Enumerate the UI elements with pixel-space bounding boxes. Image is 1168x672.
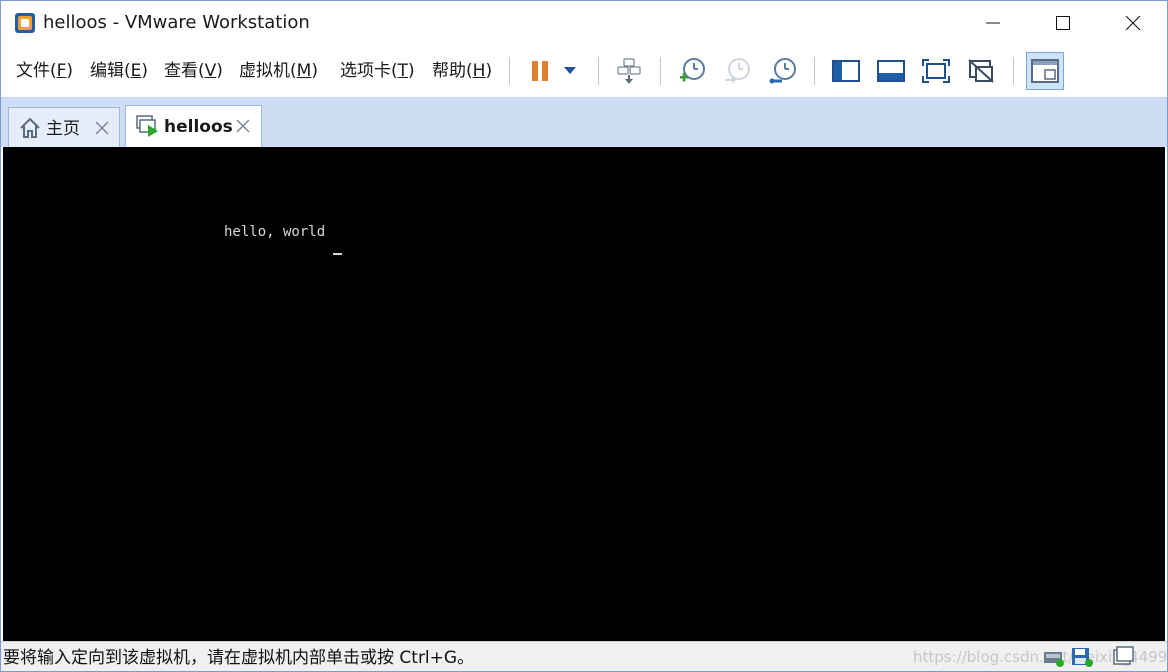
tab-home[interactable]: 主页 (8, 107, 120, 147)
toolbar-separator (1013, 57, 1014, 85)
floppy-disk-icon[interactable] (1070, 646, 1094, 668)
tab-helloos-close-button[interactable] (232, 115, 254, 137)
menu-tabs-paren: ) (408, 61, 415, 81)
snapshot-manager-icon (769, 58, 796, 84)
menu-tabs-accel: T (397, 61, 409, 81)
show-library-button[interactable] (830, 55, 862, 87)
status-bar: 要将输入定向到该虚拟机，请在虚拟机内部单击或按 Ctrl+G。 https://… (1, 641, 1167, 671)
menu-file-accel: F (56, 61, 67, 81)
send-ctrl-alt-del-button[interactable] (613, 55, 645, 87)
menu-vm-label: 虚拟机( (239, 61, 297, 81)
console-output-line: hello, world (224, 224, 326, 240)
toolbar-separator (509, 57, 510, 85)
vmware-app-icon (15, 13, 35, 33)
menu-toolbar: 文件(F) 编辑(E) 查看(V) 虚拟机(M) 选项卡(T) 帮助(H) (1, 45, 1167, 98)
close-icon (95, 121, 109, 135)
maximize-button[interactable] (1040, 1, 1086, 45)
title-bar: helloos - VMware Workstation (1, 1, 1167, 45)
menu-file-label: 文件( (16, 61, 57, 81)
menu-vm[interactable]: 虚拟机(M) (239, 60, 318, 82)
library-panel-icon (832, 60, 860, 82)
pause-button[interactable] (524, 55, 556, 87)
vm-console-screen[interactable]: hello, world (3, 147, 1165, 641)
status-message: 要将输入定向到该虚拟机，请在虚拟机内部单击或按 Ctrl+G。 (3, 648, 475, 668)
take-snapshot-button[interactable] (676, 55, 708, 87)
console-cursor (333, 253, 342, 255)
maximize-icon (1056, 16, 1070, 30)
toolbar-separator (598, 57, 599, 85)
vmware-window: helloos - VMware Workstation 文件(F) 编辑(E)… (0, 0, 1168, 672)
menu-edit-label: 编辑( (90, 61, 131, 81)
power-dropdown-button[interactable] (557, 55, 583, 87)
menu-view-paren: ) (216, 61, 223, 81)
menu-edit-paren: ) (141, 61, 149, 81)
menu-help-label: 帮助( (432, 61, 473, 81)
snapshot-manager-button[interactable] (767, 55, 799, 87)
unity-mode-button[interactable] (965, 55, 997, 87)
toolbar-separator (814, 57, 815, 85)
snapshot-take-icon (680, 58, 705, 82)
minimize-icon (986, 22, 1000, 24)
tab-helloos[interactable]: helloos (125, 105, 262, 147)
network-adapter-icon[interactable] (1042, 646, 1066, 668)
menu-tabs-label: 选项卡( (340, 61, 398, 81)
tab-strip: 主页 helloos (1, 98, 1167, 147)
full-screen-button[interactable] (920, 55, 952, 87)
console-view-icon (1031, 59, 1059, 83)
minimize-button[interactable] (970, 1, 1016, 45)
menu-edit-accel: E (130, 61, 142, 81)
thumbnail-bar-icon (877, 60, 905, 82)
close-button[interactable] (1110, 1, 1156, 45)
menu-vm-accel: M (296, 61, 312, 81)
tab-helloos-label: helloos (164, 117, 233, 137)
menu-view[interactable]: 查看(V) (164, 60, 223, 82)
message-log-icon[interactable] (1111, 646, 1135, 668)
chevron-down-icon (564, 67, 576, 74)
unity-mode-icon (968, 59, 994, 83)
menu-view-accel: V (204, 61, 217, 81)
menu-vm-paren: ) (311, 61, 318, 81)
menu-help[interactable]: 帮助(H) (432, 60, 492, 82)
menu-file[interactable]: 文件(F) (16, 60, 73, 82)
tab-home-label: 主页 (46, 119, 80, 139)
revert-snapshot-button[interactable] (721, 55, 753, 87)
vm-running-icon (136, 115, 158, 137)
toolbar-separator (660, 57, 661, 85)
snapshot-revert-icon (725, 58, 750, 84)
tab-home-close-button[interactable] (91, 117, 113, 139)
menu-tabs[interactable]: 选项卡(T) (340, 60, 415, 82)
thumbnail-bar-button[interactable] (875, 55, 907, 87)
menu-view-label: 查看( (164, 61, 205, 81)
pause-icon (532, 61, 548, 81)
menu-help-accel: H (472, 61, 486, 81)
console-view-button[interactable] (1026, 52, 1064, 90)
menu-help-paren: ) (485, 61, 493, 81)
menu-edit[interactable]: 编辑(E) (90, 60, 148, 82)
home-icon (20, 117, 40, 138)
keyboard-keys-icon (617, 58, 641, 84)
close-icon (1125, 15, 1141, 31)
window-title: helloos - VMware Workstation (43, 12, 310, 33)
menu-file-paren: ) (66, 61, 74, 81)
close-icon (236, 119, 250, 133)
full-screen-icon (922, 59, 950, 83)
